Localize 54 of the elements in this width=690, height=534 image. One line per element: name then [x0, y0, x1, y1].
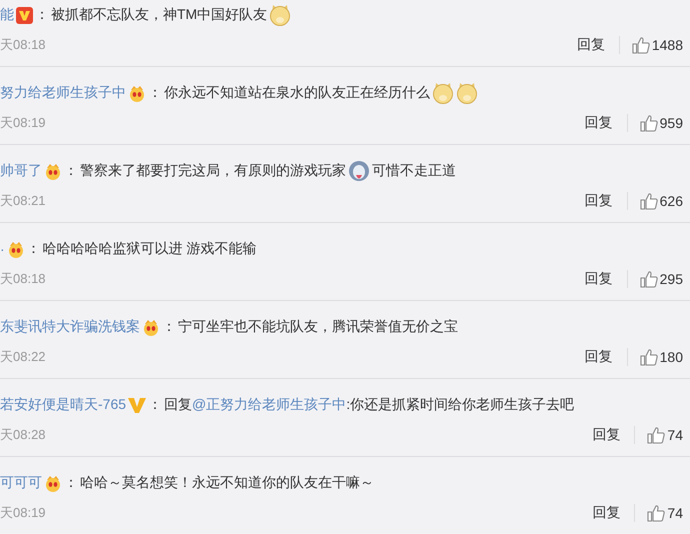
- thumbs-up-icon: [640, 270, 658, 288]
- colon: ：: [64, 162, 78, 180]
- comment-text: 宁可坐牢也不能坑队友，腾讯荣誉值无价之宝: [178, 318, 458, 336]
- crown-icon: [128, 84, 146, 102]
- comment-text: 被抓都不忘队友，神TM中国好队友: [51, 6, 268, 24]
- crown-icon: [142, 318, 160, 336]
- colon: ：: [35, 6, 49, 24]
- comment-time: 天08:28: [0, 426, 47, 444]
- dog-head-icon: [456, 82, 478, 104]
- comment-time: 天08:19: [0, 114, 47, 132]
- comment-time: 天08:19: [0, 504, 47, 522]
- reply-link[interactable]: 回复: [584, 192, 613, 210]
- crown-icon: [44, 162, 62, 180]
- comment-time: 天08:18: [0, 36, 47, 54]
- comment-text: 哈哈～莫名想笑！永远不知道你的队友在干嘛～: [80, 474, 374, 492]
- comment-text: 哈哈哈哈哈监狱可以进 游戏不能输: [42, 240, 257, 258]
- v-badge-icon: [16, 6, 33, 24]
- comment-text: 警察来了都要打完这局，有原则的游戏玩家: [80, 162, 346, 180]
- like-button[interactable]: 626: [640, 192, 683, 210]
- colon: ：: [64, 474, 78, 492]
- dog-head-icon: [269, 4, 292, 26]
- like-button[interactable]: 959: [640, 114, 683, 132]
- colon: ：: [148, 84, 162, 102]
- comment-text: 回复@正努力给老师生孩子中:你还是抓紧时间给你老师生孩子去吧: [164, 396, 574, 414]
- thumbs-up-icon: [647, 504, 666, 522]
- thumbs-up-icon: [632, 36, 650, 54]
- comment-time: 天08:22: [0, 348, 47, 366]
- comment-text: 可惜不走正道: [372, 162, 456, 180]
- reply-link[interactable]: 回复: [584, 348, 613, 366]
- colon: ：: [148, 396, 162, 414]
- thumbs-up-icon: [640, 114, 658, 132]
- like-button[interactable]: 1488: [632, 36, 683, 54]
- dog-head-icon: [432, 82, 454, 104]
- crown-icon: [6, 240, 25, 258]
- comment-time: 天08:21: [0, 192, 47, 210]
- colon: ：: [162, 318, 176, 336]
- thumbs-up-icon: [640, 348, 658, 366]
- reply-link[interactable]: 回复: [576, 36, 605, 54]
- like-button[interactable]: 74: [647, 426, 683, 444]
- like-button[interactable]: 74: [647, 504, 683, 522]
- v-badge-icon: [128, 396, 146, 414]
- comment-time: 天08:18: [0, 270, 47, 288]
- like-button[interactable]: 295: [640, 270, 683, 288]
- crown-icon: [44, 474, 62, 492]
- like-button[interactable]: 180: [640, 348, 683, 366]
- thumbs-up-icon: [640, 192, 658, 210]
- reply-link[interactable]: 回复: [592, 426, 620, 444]
- reply-link[interactable]: 回复: [592, 504, 620, 522]
- thumbs-up-icon: [647, 426, 666, 444]
- colon: ：: [26, 240, 41, 258]
- reply-link[interactable]: 回复: [584, 270, 613, 288]
- dog-face-icon: [348, 160, 370, 182]
- reply-link[interactable]: 回复: [584, 114, 613, 132]
- comment-text: 你永远不知道站在泉水的队友正在经历什么: [164, 84, 430, 102]
